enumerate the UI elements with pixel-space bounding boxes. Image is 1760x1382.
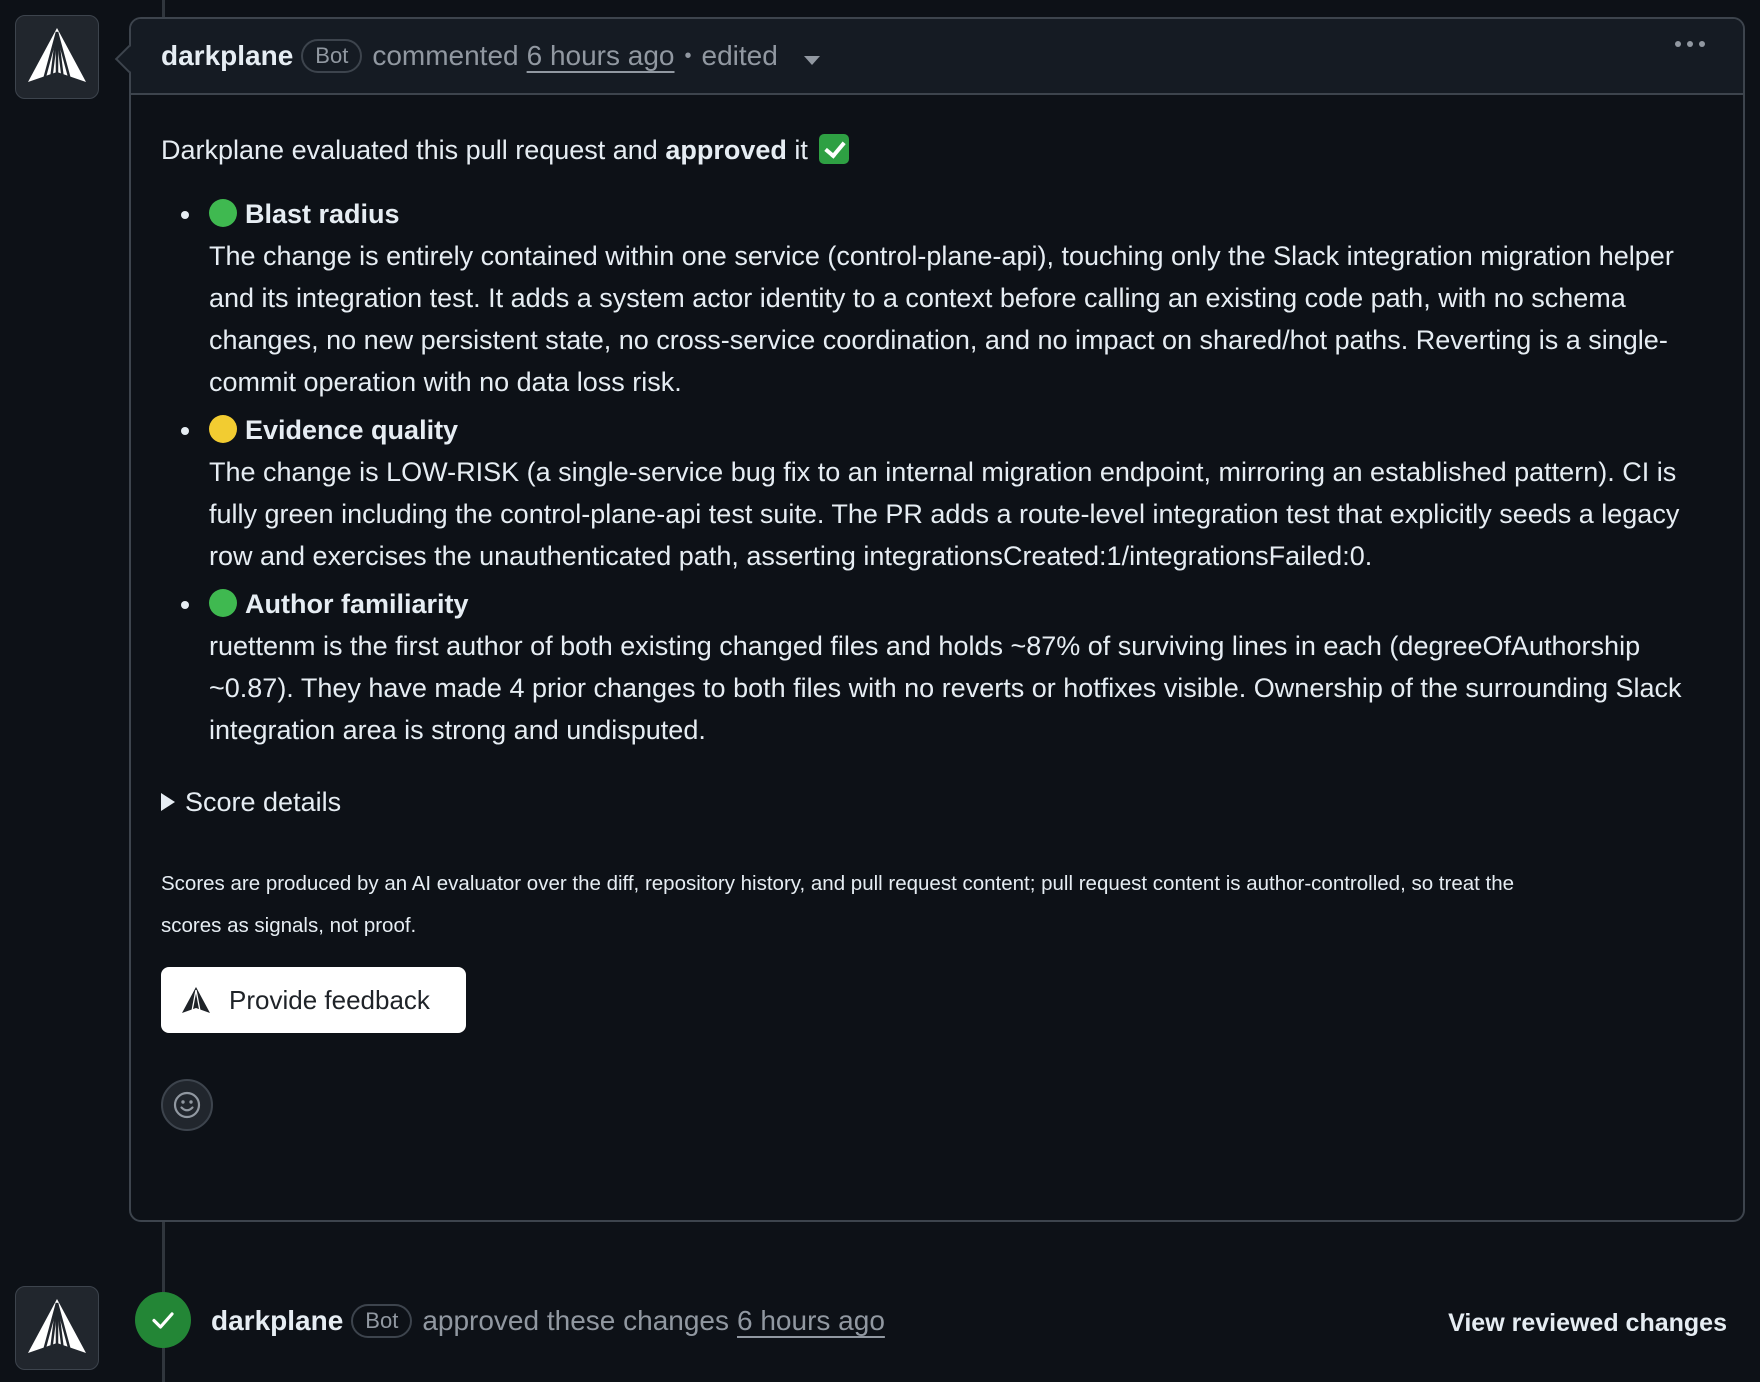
bot-comment: darkplane Bot commented 6 hours ago • ed… [114,17,1745,1222]
criterion-evidence-quality: Evidence quality The change is LOW-RISK … [181,409,1713,577]
darkplane-logo-icon [28,28,86,82]
criterion-title: Blast radius [245,199,400,229]
comment-author-link[interactable]: darkplane [161,40,293,72]
edited-label: edited [701,40,778,71]
darkplane-avatar[interactable] [15,1286,99,1370]
disclosure-triangle-icon [161,793,175,811]
separator-dot: • [684,44,692,67]
more-options-icon[interactable] [1675,41,1705,47]
criterion-text: ruettenm is the first author of both exi… [209,631,1682,745]
criterion-text: The change is LOW-RISK (a single-service… [209,457,1680,571]
criterion-title: Evidence quality [245,415,459,445]
intro-suffix: it [786,135,808,165]
comment-header: darkplane Bot commented 6 hours ago • ed… [131,19,1743,95]
criteria-list: Blast radius The change is entirely cont… [161,193,1713,751]
check-mark-icon [819,134,850,164]
green-circle-icon [209,199,237,227]
smiley-icon [173,1091,201,1119]
comment-body: Darkplane evaluated this pull request an… [131,95,1743,1131]
disclaimer-text: Scores are produced by an AI evaluator o… [161,872,1515,937]
criterion-blast-radius: Blast radius The change is entirely cont… [181,193,1713,403]
criterion-text: The change is entirely contained within … [209,241,1674,397]
review-event: darkplane Bot approved these changes 6 h… [211,1304,885,1338]
darkplane-avatar[interactable] [15,15,99,99]
review-action: approved these changes [422,1305,729,1336]
intro-text: Darkplane evaluated this pull request an… [161,135,666,165]
criterion-author-familiarity: Author familiarity ruettenm is the first… [181,583,1713,751]
review-timestamp-link[interactable]: 6 hours ago [737,1305,885,1337]
evaluation-summary: Darkplane evaluated this pull request an… [161,129,1713,171]
green-circle-icon [209,589,237,617]
review-author-link[interactable]: darkplane [211,1305,343,1337]
view-reviewed-changes-link[interactable]: View reviewed changes [1448,1309,1727,1338]
add-reaction-button[interactable] [161,1079,213,1131]
approved-check-icon [135,1292,191,1348]
provide-feedback-button[interactable]: Provide feedback [161,967,466,1033]
score-details-label: Score details [185,787,342,817]
darkplane-logo-icon [182,987,210,1013]
bot-badge: Bot [351,1304,413,1338]
comment-timestamp-link[interactable]: 6 hours ago [527,40,675,72]
intro-approved: approved [665,135,787,165]
comment-action: commented [372,40,519,71]
darkplane-logo-icon [28,1299,86,1353]
edited-dropdown[interactable]: edited [702,40,820,72]
chevron-down-icon [803,56,820,65]
yellow-circle-icon [209,415,237,443]
bot-badge: Bot [301,39,363,73]
score-details-toggle[interactable]: Score details [161,781,1713,823]
criterion-title: Author familiarity [245,589,469,619]
provide-feedback-label: Provide feedback [229,984,430,1015]
